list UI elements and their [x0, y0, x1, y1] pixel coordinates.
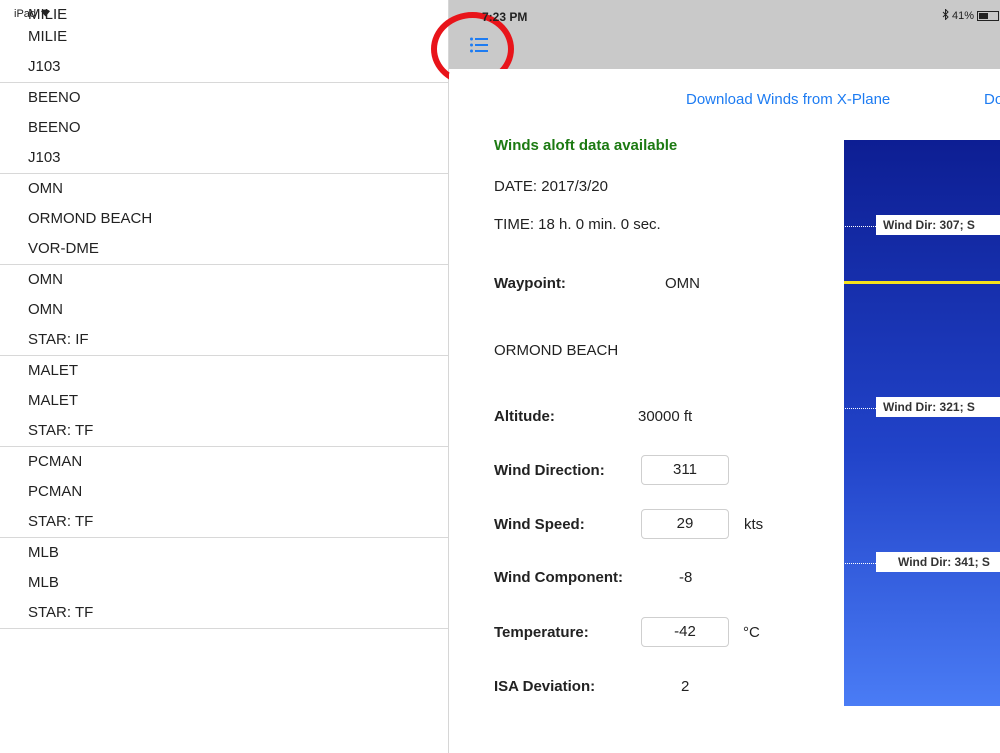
waypoint-id: MALET [28, 362, 79, 379]
download-other-link[interactable]: Do [984, 91, 1000, 108]
list-menu-icon[interactable] [470, 37, 488, 53]
waypoint-type: STAR: TF [28, 513, 94, 530]
waypoint-type: STAR: IF [28, 331, 89, 348]
waypoint-id: MLB [28, 544, 59, 561]
waypoint-name: MILIE [28, 28, 68, 45]
waypoint-id: OMN [28, 271, 63, 288]
bluetooth-icon [942, 8, 949, 23]
waypoint-row[interactable]: OMN ORMOND BEACH VOR-DME [0, 174, 448, 265]
leader-line [845, 563, 876, 564]
wind-speed-label: Wind Speed: [494, 516, 585, 533]
detail-navbar [449, 0, 1000, 69]
waypoint-row[interactable]: PCMAN PCMAN STAR: TF [0, 447, 448, 538]
wind-speed-field[interactable]: 29 [641, 509, 729, 539]
waypoint-id: OMN [28, 180, 63, 197]
waypoint-name: ORMOND BEACH [494, 342, 619, 359]
waypoint-type: J103 [28, 58, 61, 75]
wind-tag: Wind Dir: 341; S [876, 552, 1000, 572]
battery-icon [977, 11, 1000, 21]
waypoint-type: J103 [28, 149, 61, 166]
isa-deviation-label: ISA Deviation: [494, 678, 596, 695]
waypoint-row[interactable]: MILIE MILIE J103 [0, 0, 448, 83]
waypoint-type: STAR: TF [28, 604, 94, 621]
current-altitude-marker [844, 281, 1000, 284]
date-text: DATE: 2017/3/20 [494, 178, 608, 195]
download-xplane-link[interactable]: Download Winds from X-Plane [686, 91, 890, 108]
time-text: TIME: 18 h. 0 min. 0 sec. [494, 216, 661, 233]
temperature-field[interactable]: -42 [641, 617, 729, 647]
waypoint-id: BEENO [28, 89, 81, 106]
wind-direction-field[interactable]: 311 [641, 455, 729, 485]
waypoint-list[interactable]: MILIE MILIE J103 BEENO BEENO J103 OMN OR… [0, 0, 449, 753]
waypoint-name: MLB [28, 574, 59, 591]
waypoint-name: MALET [28, 392, 79, 409]
wind-tag: Wind Dir: 307; S [876, 215, 1000, 235]
waypoint-type: STAR: TF [28, 422, 94, 439]
waypoint-row[interactable]: MALET MALET STAR: TF [0, 356, 448, 447]
wind-tag: Wind Dir: 321; S [876, 397, 1000, 417]
waypoint-label: Waypoint: [494, 275, 566, 292]
battery-percent: 41% [952, 10, 975, 22]
waypoint-row[interactable]: BEENO BEENO J103 [0, 83, 448, 174]
leader-line [845, 408, 876, 409]
waypoint-name: PCMAN [28, 483, 83, 500]
leader-line [845, 226, 876, 227]
status-bar-left: iPad [14, 8, 51, 20]
status-time: 7:23 PM [482, 10, 528, 24]
device-label: iPad [14, 8, 37, 20]
waypoint-value: OMN [665, 275, 700, 292]
waypoint-id: PCMAN [28, 453, 83, 470]
wifi-icon [40, 8, 51, 20]
waypoint-row[interactable]: MLB MLB STAR: TF [0, 538, 448, 629]
status-bar-right: 41% [942, 8, 1000, 23]
waypoint-row[interactable]: OMN OMN STAR: IF [0, 265, 448, 356]
wind-speed-unit: kts [744, 516, 764, 533]
isa-deviation-value: 2 [681, 678, 690, 695]
waypoint-name: BEENO [28, 119, 81, 136]
waypoint-name: ORMOND BEACH [28, 210, 153, 227]
wind-component-label: Wind Component: [494, 569, 624, 586]
wind-direction-label: Wind Direction: [494, 462, 605, 479]
waypoint-id: MILIE [28, 6, 68, 23]
altitude-value: 30000 ft [638, 408, 693, 425]
waypoint-name: OMN [28, 301, 63, 318]
waypoint-type: VOR-DME [28, 240, 99, 257]
temperature-unit: °C [743, 624, 760, 641]
altitude-label: Altitude: [494, 408, 555, 425]
temperature-label: Temperature: [494, 624, 589, 641]
availability-status: Winds aloft data available [494, 137, 678, 154]
wind-component-value: -8 [679, 569, 693, 586]
